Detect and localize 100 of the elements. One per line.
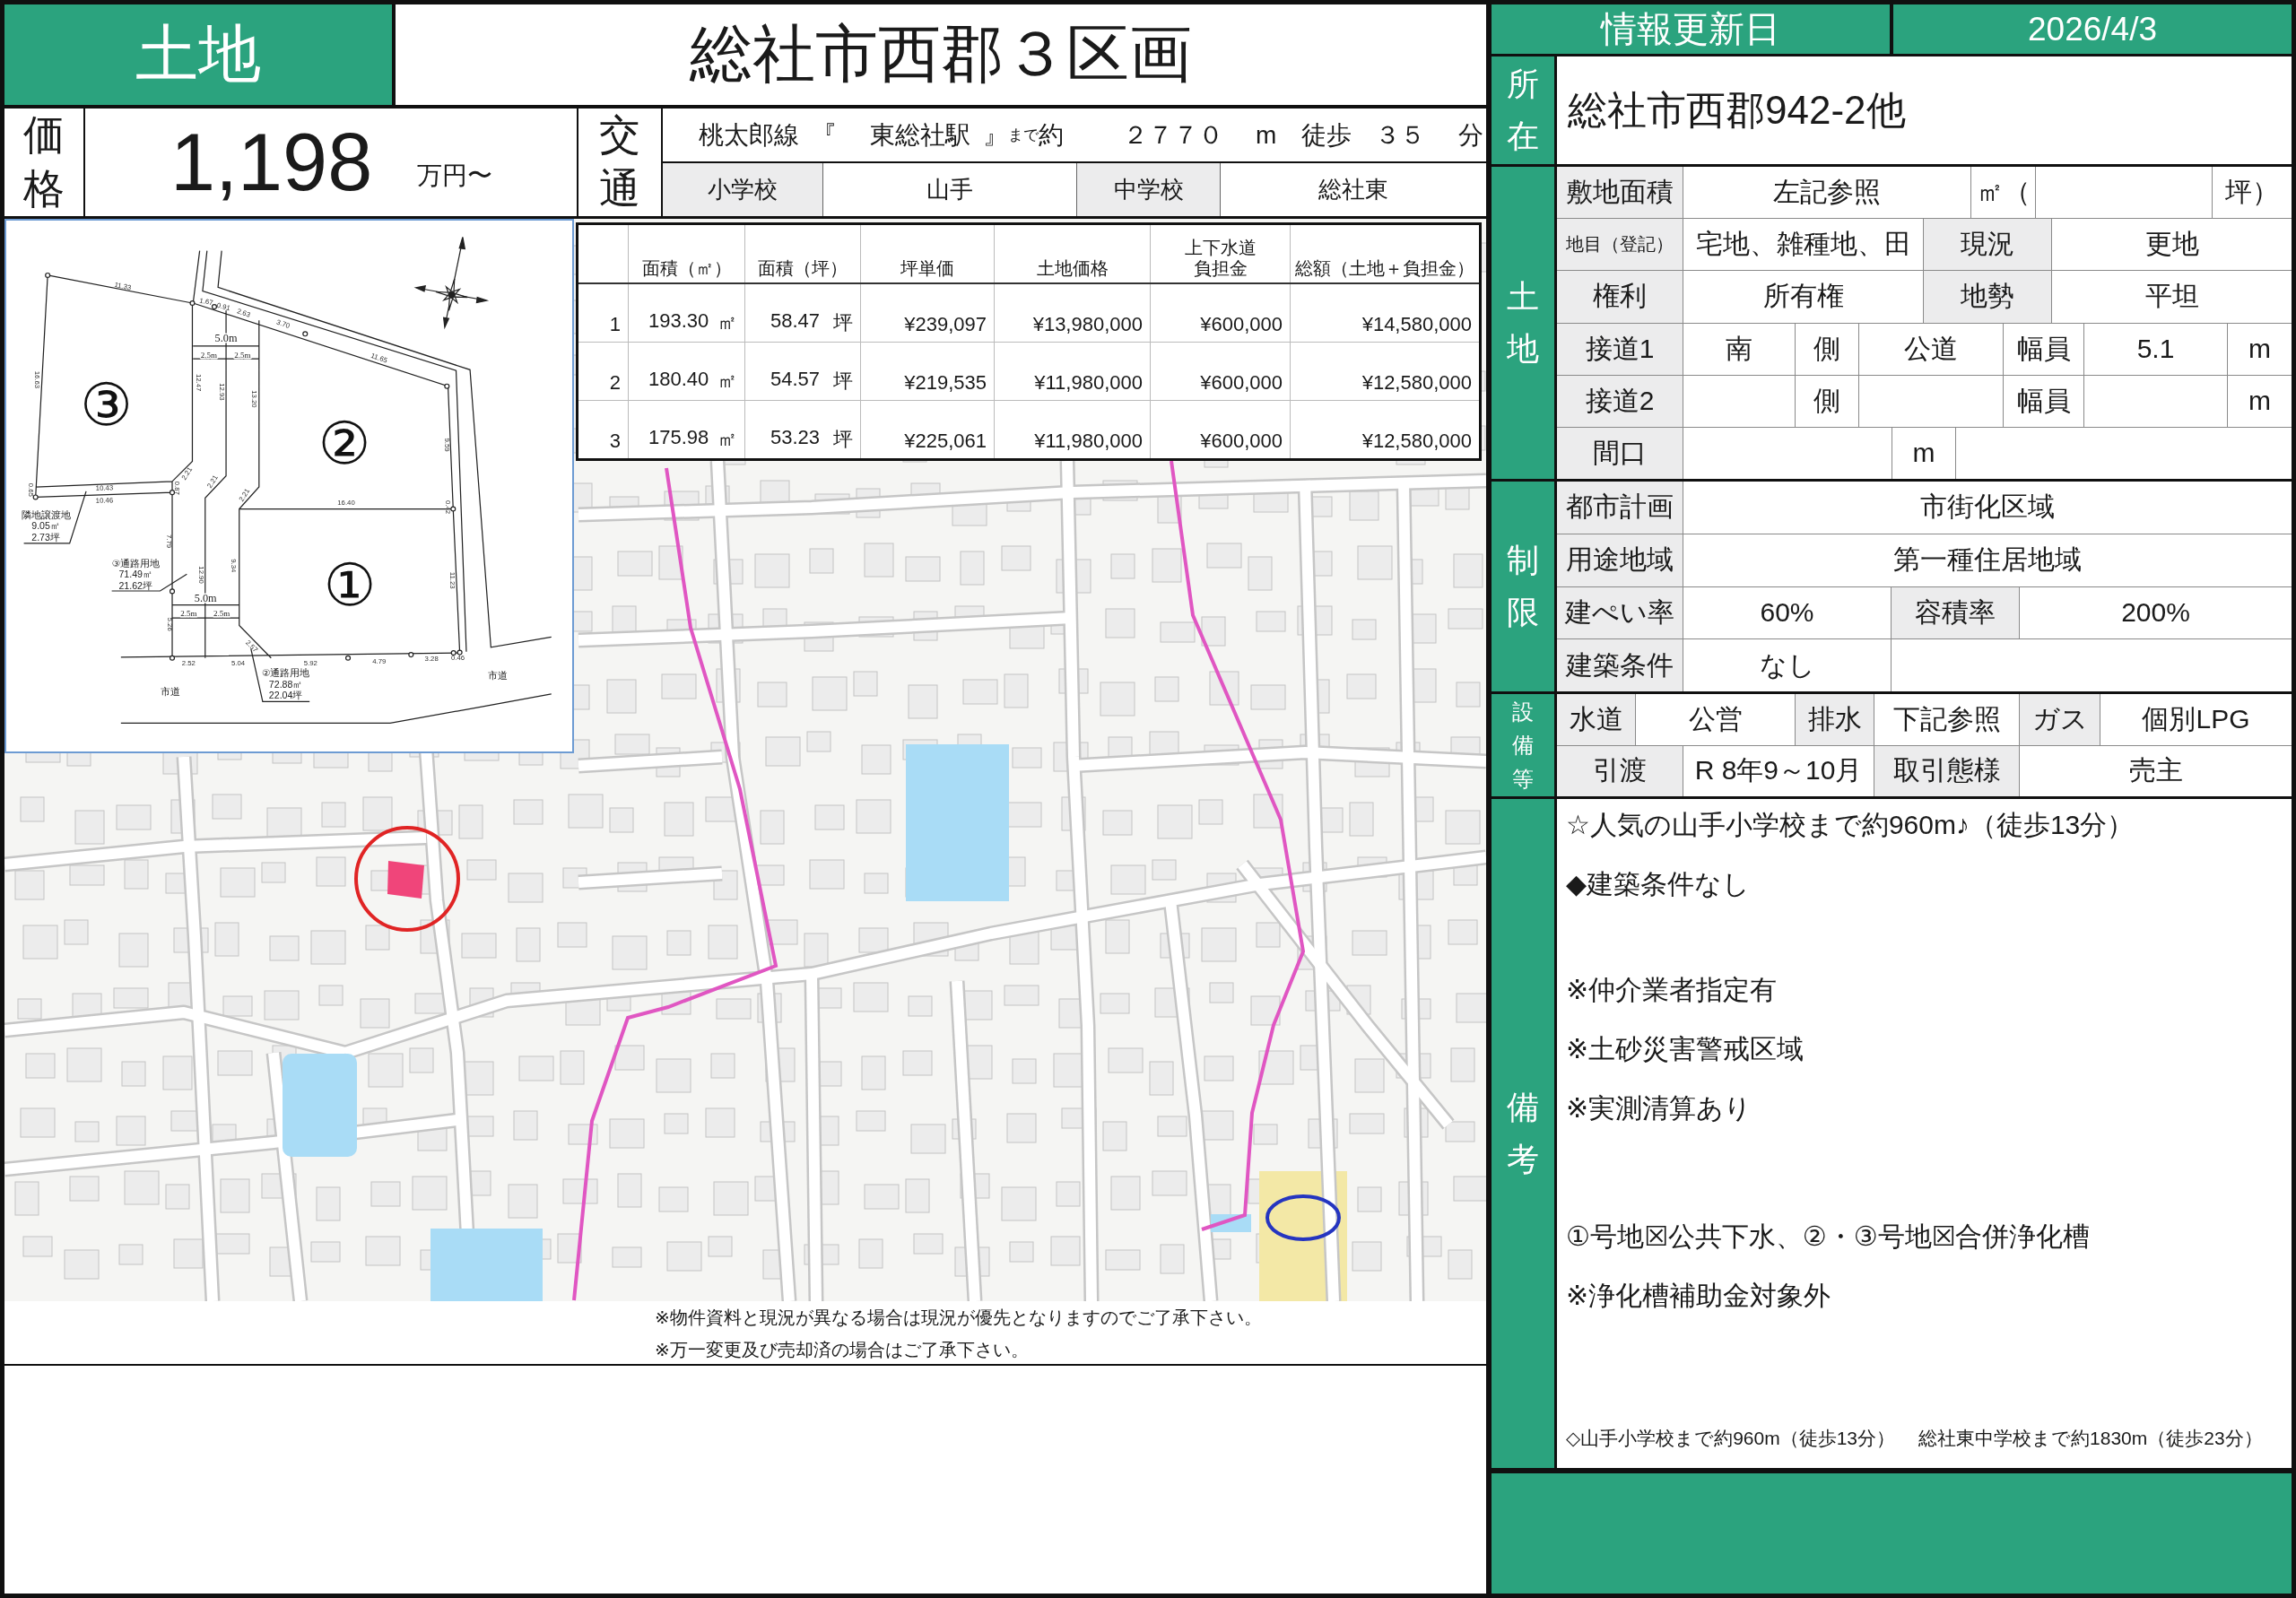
dimension-label: 3.28 — [424, 655, 439, 664]
route-text: 徒歩 — [1301, 119, 1352, 151]
remark-line: ☆人気の山手小学校まで約960m♪（徒歩13分） — [1566, 809, 2135, 841]
dimension-label: 16.63 — [33, 370, 42, 389]
field-value: m — [1892, 427, 1955, 480]
price-unit: 万円〜 — [417, 161, 493, 191]
compass-icon — [413, 236, 490, 330]
route-text: 桃太郎線 — [699, 119, 799, 151]
route-text: ２７７０ — [1123, 119, 1223, 151]
dimension-label: 16.40 — [337, 499, 355, 508]
table-cell: ¥600,000 — [1150, 342, 1291, 401]
dimension-label: 4.79 — [372, 657, 387, 666]
route-text: 』 — [983, 119, 1008, 151]
field-value: 市街化区域 — [1683, 482, 2292, 534]
field-label: 引渡 — [1557, 745, 1683, 796]
field-label: 都市計画 — [1557, 482, 1683, 534]
column-header: 総額（土地＋負担金） — [1290, 223, 1481, 283]
area-value: 58.47 — [770, 309, 821, 334]
section-label: 土地 — [1507, 277, 1539, 369]
route-text: ３５ — [1375, 119, 1426, 151]
area-label: 71.49㎡ — [118, 569, 152, 580]
unit-label: ㎡ — [718, 427, 737, 452]
remark-note: 総社東中学校まで約1830m（徒歩23分） — [1918, 1427, 2263, 1450]
row-number: 3 — [577, 400, 629, 460]
field-label: 中学校 — [1077, 163, 1220, 216]
area-value: 193.30 — [648, 309, 709, 334]
road-label: 市道 — [488, 669, 509, 681]
section-label: 設備等 — [1512, 699, 1534, 793]
field-value: 所有権 — [1683, 271, 1923, 323]
remark-line: ※実測清算あり — [1566, 1092, 1752, 1125]
field-label: 排水 — [1796, 694, 1874, 745]
unit-label: ㎡ — [718, 369, 737, 394]
access-label: 交通 — [599, 110, 640, 213]
update-date: 2026/4/3 — [1893, 4, 2292, 54]
area-value: 175.98 — [648, 426, 709, 450]
dimension-label: 9.34 — [229, 559, 238, 573]
field-value: 側 — [1796, 375, 1858, 427]
area-label: 22.04坪 — [268, 690, 303, 701]
field-value: 幅員 — [2004, 323, 2083, 375]
remark-line: ①号地☒公共下水、②・③号地☒合併浄化槽 — [1566, 1220, 2091, 1253]
table-cell: ¥11,980,000 — [994, 342, 1151, 401]
field-value: R 8年9～10月 — [1683, 745, 1874, 796]
page-title: 総社市西郡３区画 — [396, 4, 1486, 105]
area-value: 53.23 — [770, 426, 821, 450]
field-value: 公営 — [1636, 694, 1795, 745]
footnote: ※物件資料と現況が異なる場合は現況が優先となりますのでご了承下さい。 — [655, 1307, 1262, 1329]
field-value: 総社東 — [1221, 163, 1486, 216]
width-label: 2.5m — [234, 351, 251, 360]
dimension-label: 5.92 — [303, 659, 317, 668]
field-value: 宅地、雑種地、田 — [1683, 219, 1923, 271]
unit-label: 坪 — [833, 427, 853, 452]
field-value: 第一種住居地域 — [1683, 534, 2292, 586]
lot-number-label: ③ — [80, 371, 133, 438]
dimension-label: 0.65 — [27, 482, 36, 497]
field-value: 南 — [1683, 323, 1795, 375]
column-header: 上下水道負担金 — [1150, 223, 1291, 283]
area-label: 隣地譲渡地 — [21, 508, 71, 520]
road-label: 市道 — [160, 685, 180, 697]
field-value: 幅員 — [2004, 375, 2083, 427]
field-label: 現況 — [1924, 219, 2051, 271]
field-label: 地目（登記） — [1557, 219, 1683, 271]
unit-label: 坪 — [833, 310, 853, 335]
table-cell: ¥239,097 — [860, 283, 995, 343]
dimension-label: 0.87 — [173, 481, 182, 495]
field-value: 側 — [1796, 323, 1858, 375]
field-value: 60% — [1683, 586, 1891, 639]
remark-line: ※浄化槽補助金対象外 — [1566, 1280, 1831, 1312]
update-label: 情報更新日 — [1492, 4, 1890, 54]
table-cell: ¥13,980,000 — [994, 283, 1151, 343]
field-value: 個別LPG — [2100, 694, 2292, 745]
dimension-label: 9.59 — [442, 438, 451, 452]
width-label: 2.5m — [180, 609, 197, 619]
table-cell: ¥14,580,000 — [1290, 283, 1481, 343]
area-label: 9.05㎡ — [31, 520, 60, 532]
table-cell: ¥12,580,000 — [1290, 342, 1481, 401]
field-label: 建ぺい率 — [1557, 586, 1683, 639]
price-label: 価格 — [23, 110, 65, 213]
width-label: 2.5m — [200, 351, 217, 360]
field-label: 水道 — [1557, 694, 1635, 745]
unit-label: ㎡ — [718, 310, 737, 335]
dimension-label: 12.47 — [194, 373, 203, 392]
field-value: 更地 — [2052, 219, 2292, 271]
field-label: 取引態様 — [1874, 745, 2019, 796]
dimension-label: 2.52 — [181, 658, 196, 667]
table-cell: ¥219,535 — [860, 342, 995, 401]
area-label: ②通路用地 — [261, 667, 310, 679]
field-value: 左記参照 — [1683, 167, 1970, 219]
dimension-label: 13.20 — [250, 390, 259, 408]
field-value: m — [2228, 323, 2292, 375]
remark-line: ◆建築条件なし — [1566, 868, 1751, 900]
area-label: ③通路用地 — [111, 557, 160, 569]
field-label: 建築条件 — [1557, 639, 1683, 691]
route-text: 東総社駅 — [870, 119, 970, 151]
table-cell: ¥11,980,000 — [994, 400, 1151, 460]
width-label: 2.5m — [213, 609, 230, 619]
price-amount: 1,198 — [170, 122, 373, 203]
field-label: 用途地域 — [1557, 534, 1683, 586]
field-value: なし — [1683, 639, 1891, 691]
field-label: 地勢 — [1924, 271, 2051, 323]
field-label: 小学校 — [663, 163, 822, 216]
